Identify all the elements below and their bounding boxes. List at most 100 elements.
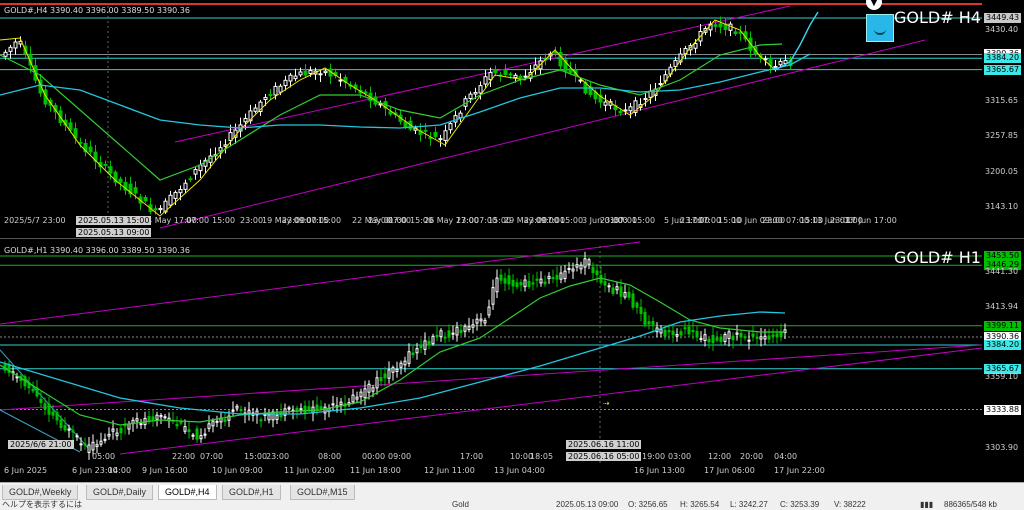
- h1-candle-body: [431, 335, 435, 345]
- h1-chart-panel[interactable]: ⇢ GOLD#,H1 3390.40 3396.00 3389.50 3390.…: [0, 240, 1024, 480]
- h4-chart-panel[interactable]: GOLD#,H4 3390.40 3396.00 3389.50 3390.36…: [0, 0, 1024, 239]
- h1-candle-body: [195, 428, 199, 440]
- h4-candle-body: [623, 109, 628, 112]
- h1-candle-body: [91, 441, 95, 451]
- h1-candle-body: [191, 434, 195, 437]
- h1-time-label: 2025.06.16 05:00: [566, 452, 642, 461]
- h1-time-label: 23:00: [266, 452, 290, 461]
- h4-candle-body: [268, 94, 273, 97]
- h1-candle-body: [659, 328, 663, 334]
- h1-candle-body: [63, 425, 67, 431]
- h4-candle-body: [278, 85, 283, 93]
- h1-candle-body: [55, 412, 59, 421]
- h1-candle-body: [135, 418, 139, 422]
- status-open: O: 3256.65: [628, 500, 668, 509]
- h1-candle-body: [763, 335, 767, 340]
- h4-symbol-title: GOLD# H4: [894, 8, 981, 27]
- h1-candle-body: [147, 416, 151, 422]
- h1-candle-body: [707, 338, 711, 343]
- h1-candle-body: [515, 282, 519, 288]
- h1-candle-body: [367, 383, 371, 393]
- expert-smile-icon: [866, 14, 894, 42]
- tab-m15[interactable]: GOLD#,M15: [290, 485, 355, 500]
- h1-time-label: 18:05: [530, 452, 554, 461]
- h4-candle-body: [493, 69, 498, 74]
- h1-candle-body: [479, 318, 483, 322]
- h1-time-label: 9 Jun 16:00: [142, 466, 188, 475]
- h1-candle-body: [419, 345, 423, 349]
- h4-candle-body: [283, 79, 288, 87]
- h1-candle-body: [511, 279, 515, 287]
- h1-candle-body: [667, 330, 671, 333]
- h1-candle-body: [711, 334, 715, 344]
- h1-price-label: 3359.10: [985, 372, 1019, 382]
- h1-candle-body: [611, 287, 615, 294]
- h1-price-label: 3333.88: [984, 404, 1022, 415]
- h1-candle-body: [15, 376, 19, 379]
- tab-h4[interactable]: GOLD#,H4: [158, 485, 217, 500]
- status-close: C: 3253.39: [780, 500, 820, 509]
- h1-candle-body: [139, 423, 143, 426]
- tab-h1[interactable]: GOLD#,H1: [222, 485, 281, 500]
- h4-time-label: 17 Jun 17:00: [846, 216, 897, 225]
- h1-candle-body: [747, 339, 751, 342]
- h1-candle-body: [683, 327, 687, 330]
- h4-price-label: 3384.20: [984, 53, 1022, 64]
- h1-candle-body: [299, 408, 303, 411]
- h1-candle-body: [315, 404, 319, 411]
- status-help-text: ヘルプを表示するには: [2, 500, 82, 509]
- h1-candle-body: [307, 406, 311, 411]
- h4-candle-body: [288, 74, 293, 82]
- h1-candle-body: [467, 326, 471, 331]
- h1-candle-body: [699, 337, 703, 340]
- h1-time-label: 22:00: [172, 452, 196, 461]
- h4-candle-body: [263, 96, 268, 100]
- h4-time-label: 15:00: [318, 216, 342, 225]
- h1-candle-body: [559, 272, 563, 280]
- h1-candle-body: [739, 332, 743, 338]
- h1-candle-body: [163, 416, 167, 419]
- tab-weekly[interactable]: GOLD#,Weekly: [2, 485, 79, 500]
- h1-candle-body: [627, 291, 631, 298]
- h4-candle-body: [578, 79, 583, 82]
- h1-candle-body: [79, 443, 83, 446]
- h1-candle-body: [115, 432, 119, 437]
- h4-candle-body: [338, 79, 343, 82]
- h4-candle-body: [103, 163, 108, 166]
- h4-channel-upper: [174, 5, 791, 143]
- tab-daily[interactable]: GOLD#,Daily: [86, 485, 154, 500]
- h1-candle-body: [743, 336, 747, 339]
- h1-candle-body: [675, 334, 679, 337]
- h1-chart-canvas[interactable]: ⇢: [0, 240, 1024, 480]
- h1-candle-body: [239, 409, 243, 412]
- h1-candle-body: [215, 420, 219, 423]
- h1-time-label: 12 Jun 11:00: [424, 466, 475, 475]
- h1-candle-body: [615, 286, 619, 291]
- h1-candle-body: [107, 433, 111, 437]
- h1-candle-body: [691, 330, 695, 333]
- h1-time-label: 2025.06.16 11:00: [566, 440, 642, 449]
- h1-candle-body: [383, 373, 387, 379]
- h4-candle-body: [628, 106, 633, 112]
- h4-candle-body: [78, 141, 83, 144]
- h1-candle-body: [47, 403, 51, 415]
- h1-candle-body: [43, 403, 47, 410]
- h1-time-label: 10 Jun 09:00: [212, 466, 263, 475]
- h1-ma-cyan: [0, 311, 786, 415]
- h4-candle-body: [118, 178, 123, 183]
- h4-candle-body: [183, 182, 188, 190]
- h1-candle-body: [371, 387, 375, 392]
- h1-candle-body: [715, 337, 719, 341]
- h4-price-label: 3143.10: [985, 202, 1019, 211]
- h1-candle-body: [319, 406, 323, 410]
- status-date: 2025.05.13 09:00: [556, 500, 619, 509]
- h1-candle-body: [635, 302, 639, 308]
- h4-candle-body: [143, 196, 148, 202]
- h4-candle-body: [643, 97, 648, 101]
- h1-candle-body: [99, 440, 103, 445]
- h1-candle-body: [591, 266, 595, 274]
- h1-candle-body: [579, 264, 583, 270]
- h1-candle-body: [199, 435, 203, 440]
- h1-candle-body: [759, 336, 763, 340]
- h4-candle-body: [773, 66, 778, 69]
